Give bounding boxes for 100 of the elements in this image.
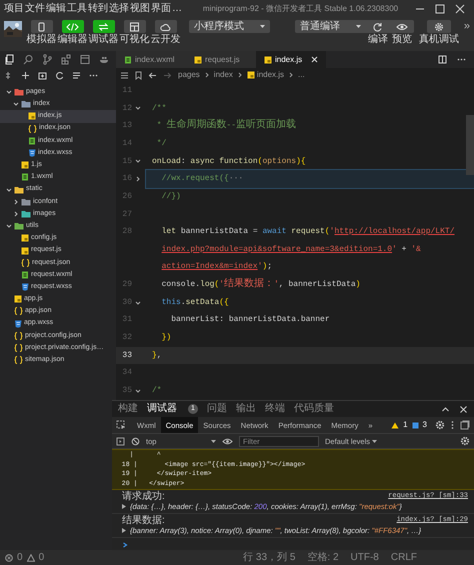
kebab-icon[interactable]: [450, 420, 455, 430]
js-file-icon: [14, 295, 22, 304]
split-editor-icon[interactable]: [438, 55, 447, 64]
line-number: 11: [121, 86, 132, 96]
new-folder-icon[interactable]: [38, 70, 47, 80]
line-number: 33: [121, 350, 132, 360]
more-button[interactable]: »: [464, 20, 470, 34]
panel-tab[interactable]: 调试器: [147, 404, 177, 414]
fold-chevron-icon[interactable]: [135, 105, 141, 112]
breadcrumb-item[interactable]: index: [214, 70, 233, 80]
eye-icon[interactable]: [222, 436, 233, 446]
panel-tab[interactable]: 问题: [206, 404, 227, 414]
dock-icon[interactable]: [460, 420, 470, 430]
warning-count: 1: [403, 420, 408, 430]
settings-icon[interactable]: [460, 436, 470, 446]
gear-button[interactable]: [426, 20, 451, 33]
toolbar-button[interactable]: [154, 20, 176, 33]
plus-icon[interactable]: [21, 70, 30, 80]
refresh-icon[interactable]: [55, 70, 64, 80]
back-arrow-icon[interactable]: [148, 70, 157, 80]
fold-chevron-icon[interactable]: [135, 158, 141, 164]
log-label: 请求成功:: [122, 491, 165, 502]
code-line: let bannerListData = await request('http://localhost/app/LKT/: [160, 227, 455, 237]
sidebar-icon[interactable]: [116, 436, 125, 446]
panel-tab[interactable]: 终端: [264, 404, 285, 414]
wxss-file-icon: [21, 283, 29, 292]
clear-icon[interactable]: [131, 436, 140, 446]
close-icon[interactable]: [311, 56, 318, 63]
menu-item[interactable]: 转到: [88, 3, 108, 15]
encoding[interactable]: UTF-8: [350, 552, 379, 564]
line-number: 12: [121, 104, 132, 114]
toolbar-button[interactable]: [124, 20, 146, 33]
toolbar-button[interactable]: [92, 20, 114, 33]
eye-icon: [396, 22, 408, 32]
menu-item[interactable]: 界面: [151, 3, 171, 15]
toolbar-label: 模拟器: [26, 35, 56, 45]
breadcrumb-item[interactable]: ...: [298, 70, 305, 80]
toolbar-button[interactable]: [30, 20, 52, 33]
line-number: 27: [121, 210, 132, 220]
code-line: onLoad: async function(options){: [152, 156, 306, 166]
json-file-icon: [21, 258, 30, 267]
maximize-icon: [435, 4, 445, 14]
toolbar-button[interactable]: [62, 20, 84, 33]
menu-item[interactable]: …: [172, 3, 182, 15]
expand-arrow-icon[interactable]: [122, 504, 126, 509]
gear-icon: [432, 22, 445, 32]
editor-tab[interactable]: index.wxml: [116, 51, 186, 68]
chevron-icon: [236, 72, 243, 78]
panel-icon[interactable]: [80, 54, 90, 65]
breadcrumb-item[interactable]: pages: [178, 70, 200, 80]
warning-icon: [26, 554, 35, 562]
js-file-icon: [194, 56, 202, 64]
code-line: * 生命周期函数--监听页面加载: [156, 120, 296, 132]
fold-chevron-icon[interactable]: [135, 176, 141, 182]
inspect-icon[interactable]: [116, 420, 126, 430]
mode-dropdown[interactable]: 小程序模式: [189, 20, 270, 33]
close-icon[interactable]: [459, 404, 468, 414]
whale-icon[interactable]: [99, 54, 109, 65]
layout-icon: [128, 22, 141, 32]
toolbar-label: 可视化: [120, 35, 150, 45]
log-label: 结果数据:: [122, 515, 165, 526]
editor-tab[interactable]: index.js: [256, 51, 326, 68]
code-line: index.php?module=api&software_name=3&edition=1.0' + '&: [160, 244, 421, 254]
code-line: bannerList: bannerListData.banner: [170, 315, 330, 325]
fold-chevron-icon[interactable]: [135, 388, 141, 394]
branch-icon[interactable]: [42, 54, 52, 65]
chevron-icon: [204, 72, 210, 78]
panel-tab[interactable]: 构建: [118, 404, 138, 414]
extensions-icon[interactable]: [61, 54, 71, 65]
code-line: */: [156, 138, 166, 149]
files-icon[interactable]: [4, 54, 14, 65]
settings-icon[interactable]: [435, 420, 445, 430]
editor-tab[interactable]: request.js: [186, 51, 256, 68]
menu-item[interactable]: 工具: [67, 3, 87, 15]
search-icon[interactable]: [23, 54, 33, 65]
line-ending[interactable]: CRLF: [390, 552, 417, 564]
menu-item[interactable]: 项目: [4, 3, 24, 15]
menu-item[interactable]: 视图: [130, 3, 150, 15]
panel-tab[interactable]: 代码质量: [294, 404, 334, 414]
cursor-position[interactable]: 行 33，列 5: [243, 552, 296, 564]
scrollbar-thumb[interactable]: [466, 115, 474, 175]
line-number: 34: [121, 368, 132, 378]
json-file-icon: [28, 124, 37, 133]
bookmark-icon[interactable]: [135, 70, 142, 80]
code-line: console.log('结果数据：', bannerListData): [160, 278, 360, 291]
toolbar-label: 编辑器: [58, 35, 88, 45]
line-number: 16: [121, 174, 132, 184]
breadcrumb-item[interactable]: index.js: [246, 70, 284, 80]
menu-item[interactable]: 编辑: [46, 3, 66, 15]
prompt-icon[interactable]: [122, 542, 128, 548]
collapse-icon[interactable]: [72, 70, 81, 80]
indent-setting[interactable]: 空格: 2: [307, 552, 339, 564]
menu-item[interactable]: 文件: [25, 3, 45, 15]
menu-item[interactable]: 选择: [109, 3, 129, 15]
collapse-panel-icon[interactable]: [441, 404, 450, 414]
panel-tab[interactable]: 输出: [236, 404, 256, 414]
wxml-file-icon: [21, 173, 29, 182]
expand-arrow-icon[interactable]: [122, 528, 126, 533]
list-icon[interactable]: [120, 70, 129, 80]
fold-chevron-icon[interactable]: [135, 300, 141, 306]
